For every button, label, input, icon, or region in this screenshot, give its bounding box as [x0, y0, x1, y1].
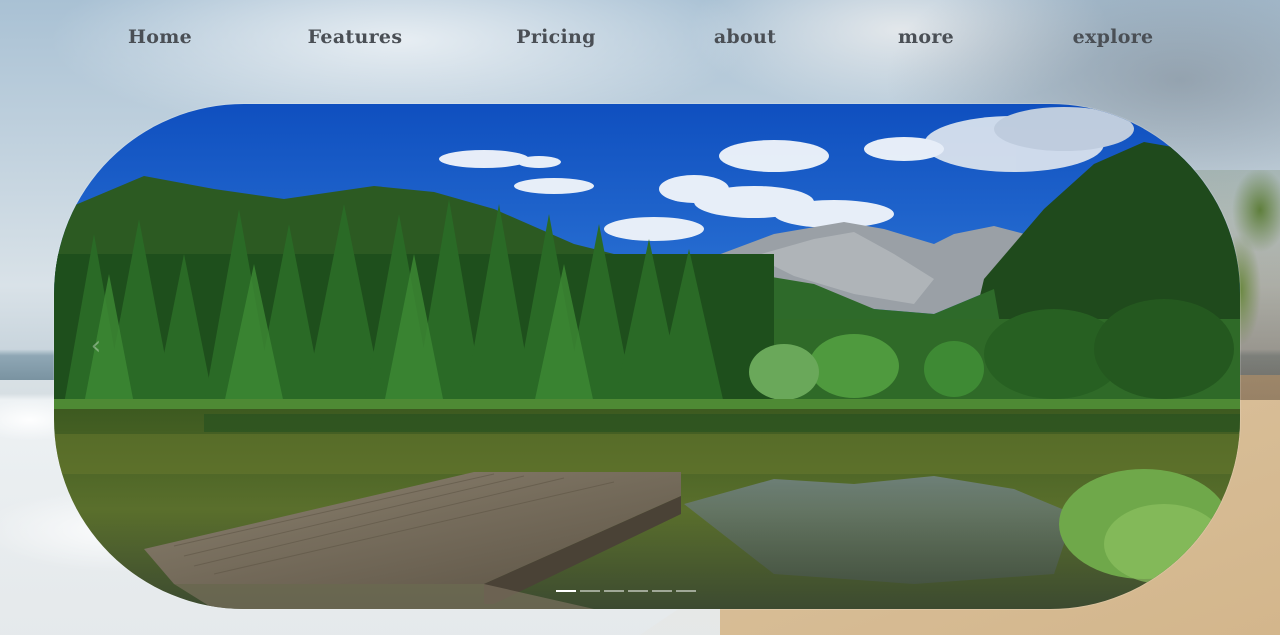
- nav-about-link[interactable]: about: [714, 26, 776, 48]
- carousel-indicators: [556, 588, 696, 594]
- nav-home-link[interactable]: Home: [128, 26, 192, 48]
- page: Home Features Pricing about more explore: [0, 0, 1280, 635]
- chevron-left-icon[interactable]: ‹: [84, 326, 108, 366]
- carousel-indicator[interactable]: [676, 590, 696, 592]
- carousel-indicator[interactable]: [628, 590, 648, 592]
- carousel-indicator[interactable]: [652, 590, 672, 592]
- nav-pricing-link[interactable]: Pricing: [516, 26, 596, 48]
- top-navigation: Home Features Pricing about more explore: [0, 26, 1280, 56]
- nav-features-link[interactable]: Features: [308, 26, 403, 48]
- carousel-indicator[interactable]: [556, 590, 576, 592]
- carousel-indicator[interactable]: [604, 590, 624, 592]
- hero-carousel[interactable]: ‹: [54, 104, 1240, 609]
- carousel-indicator[interactable]: [580, 590, 600, 592]
- hero-slide-image: [54, 104, 1240, 609]
- nav-explore-link[interactable]: explore: [1073, 26, 1154, 48]
- nav-more-link[interactable]: more: [898, 26, 954, 48]
